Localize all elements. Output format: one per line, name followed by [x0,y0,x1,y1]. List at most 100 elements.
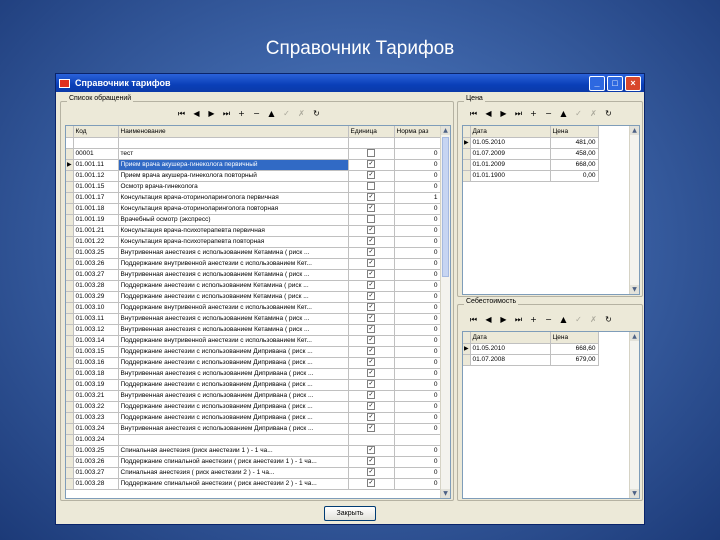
cell-code[interactable]: 01.003.26 [73,456,119,468]
cell-norm[interactable]: 0 [394,247,441,259]
cell-norm[interactable]: 0 [394,357,441,369]
cell-norm[interactable]: 0 [394,324,441,336]
cell-norm[interactable]: 0 [394,148,441,160]
table-row[interactable]: 00001 тест 0 [66,148,441,160]
unit-checkbox[interactable]: ✓ [367,237,375,246]
cell-unit[interactable]: ✓ [348,203,395,215]
services-edit-record-button[interactable]: ▲ [264,107,279,120]
cell-unit[interactable] [348,148,395,160]
price-scroll-down-arrow[interactable]: ▼ [630,285,639,294]
cell-code[interactable]: 01.003.21 [73,390,119,402]
cell-unit[interactable]: ✓ [348,159,395,171]
cell-norm[interactable]: 0 [394,214,441,226]
services-grid[interactable]: Код Наименование Единица Норма раз 00001… [65,125,451,499]
cell-norm[interactable]: 0 [394,368,441,380]
cell-name[interactable]: Поддержание анестезии с использованием К… [118,280,349,292]
cell-name[interactable]: Консультация врача-оториноларинголога по… [118,203,349,215]
unit-checkbox[interactable]: ✓ [367,336,375,345]
cell-code[interactable]: 01.003.25 [73,445,119,457]
unit-checkbox[interactable]: ✓ [367,314,375,323]
cell-value[interactable]: 458,00 [550,148,599,160]
cell-date[interactable]: 01.01.2009 [470,159,551,171]
cell-unit[interactable]: ✓ [348,335,395,347]
cell-code[interactable]: 01.001.21 [73,225,119,237]
cell-name[interactable]: Врачебный осмотр (экспресс) [118,214,349,226]
cell-date[interactable]: 01.07.2008 [470,354,551,366]
price-row[interactable]: 01.01.2009 668,00 [463,159,599,171]
cell-unit[interactable]: ✓ [348,247,395,259]
cell-norm[interactable]: 0 [394,225,441,237]
unit-checkbox[interactable]: ✓ [367,424,375,433]
cell-norm[interactable]: 0 [394,236,441,248]
unit-checkbox[interactable]: ✓ [367,281,375,290]
unit-checkbox[interactable]: ✓ [367,413,375,422]
cell-code[interactable]: 01.001.15 [73,181,119,193]
table-row[interactable]: 01.001.19 Врачебный осмотр (экспресс) 0 [66,214,441,226]
table-row[interactable]: 01.003.27 Внутривенная анестезия с исполь… [66,269,441,281]
cell-name[interactable]: Поддержание внутривенной анестезии с исп… [118,258,349,270]
price-last-record-button[interactable]: ⏭ [511,107,526,120]
column-header-norm[interactable]: Норма раз [394,126,441,138]
table-row[interactable]: 01.003.21 Внутривенная анестезия с исполь… [66,390,441,402]
cell-code[interactable]: 01.003.24 [73,434,119,446]
table-row[interactable]: 01.001.18 Консультация врача-оториноларин… [66,203,441,215]
table-row[interactable]: 01.003.23 Поддержание анестезии с использ… [66,412,441,424]
cell-norm[interactable]: 0 [394,478,441,490]
table-row[interactable]: 01.003.29 Поддержание анестезии с использ… [66,291,441,303]
cell-unit[interactable]: ✓ [348,467,395,479]
cell-value[interactable]: 668,00 [550,159,599,171]
cell-name[interactable]: Внутривенная анестезия с использованием … [118,269,349,281]
table-row[interactable]: 01.003.11 Внутривенная анестезия с исполь… [66,313,441,325]
unit-checkbox[interactable]: ✓ [367,479,375,488]
table-row[interactable]: 01.003.24 Внутривенная анестезия с исполь… [66,423,441,435]
cell-code[interactable]: 01.003.14 [73,335,119,347]
cell-unit[interactable]: ✓ [348,456,395,468]
cost-first-record-button[interactable]: ⏮ [466,313,481,326]
cell-code[interactable]: 01.003.25 [73,247,119,259]
cell-name[interactable]: Прием врача акушера-гинеколога повторный [118,170,349,182]
cell-name[interactable]: Поддержание анестезии с использованием Д… [118,401,349,413]
cell-norm[interactable]: 0 [394,302,441,314]
cost-cancel-edit-button[interactable]: ✗ [586,313,601,326]
cost-scroll-down-arrow[interactable]: ▼ [630,489,639,498]
cost-row[interactable]: 01.07.2008 679,00 [463,354,599,366]
cell-name[interactable]: Поддержание спинальной анестезии ( риск … [118,478,349,490]
cost-row[interactable]: ▶ 01.05.2010 668,60 [463,343,599,355]
price-row[interactable]: 01.01.1900 0,00 [463,170,599,182]
cell-unit[interactable]: ✓ [348,302,395,314]
services-prior-record-button[interactable]: ◀ [189,107,204,120]
cell-norm[interactable]: 0 [394,181,441,193]
cell-norm[interactable]: 0 [394,346,441,358]
unit-checkbox[interactable]: ✓ [367,248,375,257]
filter-code[interactable] [73,137,119,149]
cell-unit[interactable]: ✓ [348,258,395,270]
cell-norm[interactable]: 0 [394,456,441,468]
cell-code[interactable]: 01.003.23 [73,412,119,424]
price-prior-record-button[interactable]: ◀ [481,107,496,120]
cell-date[interactable]: 01.07.2009 [470,148,551,160]
column-header-code[interactable]: Код [73,126,119,138]
cell-code[interactable]: 01.001.22 [73,236,119,248]
unit-checkbox[interactable]: ✓ [367,369,375,378]
table-row[interactable]: 01.001.21 Консультация врача-психотерапев… [66,225,441,237]
table-row[interactable]: 01.003.26 Поддержание спинальной анестези… [66,456,441,468]
cell-code[interactable]: 01.003.15 [73,346,119,358]
cell-name[interactable]: Внутривенная анестезия с использованием … [118,390,349,402]
cell-unit[interactable]: ✓ [348,324,395,336]
cost-scroll-up-arrow[interactable]: ▲ [630,332,639,341]
cell-code[interactable]: 01.001.12 [73,170,119,182]
table-row[interactable]: 01.003.22 Поддержание анестезии с использ… [66,401,441,413]
unit-checkbox[interactable] [367,182,375,191]
cell-name[interactable]: Внутривенная анестезия с использованием … [118,313,349,325]
table-row[interactable]: 01.003.28 Поддержание спинальной анестези… [66,478,441,490]
table-row[interactable]: 01.003.12 Внутривенная анестезия с исполь… [66,324,441,336]
cell-code[interactable]: 01.003.28 [73,478,119,490]
cell-norm[interactable]: 0 [394,467,441,479]
close-window-button[interactable]: × [625,76,641,91]
table-row[interactable]: 01.003.27 Спинальная анестезия ( риск ане… [66,467,441,479]
table-row[interactable]: 01.003.14 Поддержание внутривенной анесте… [66,335,441,347]
table-row[interactable]: 01.001.15 Осмотр врача-гинеколога 0 [66,181,441,193]
cell-unit[interactable] [348,181,395,193]
cell-code[interactable]: 01.003.27 [73,269,119,281]
cell-name[interactable]: Поддержание анестезии с использованием Д… [118,357,349,369]
